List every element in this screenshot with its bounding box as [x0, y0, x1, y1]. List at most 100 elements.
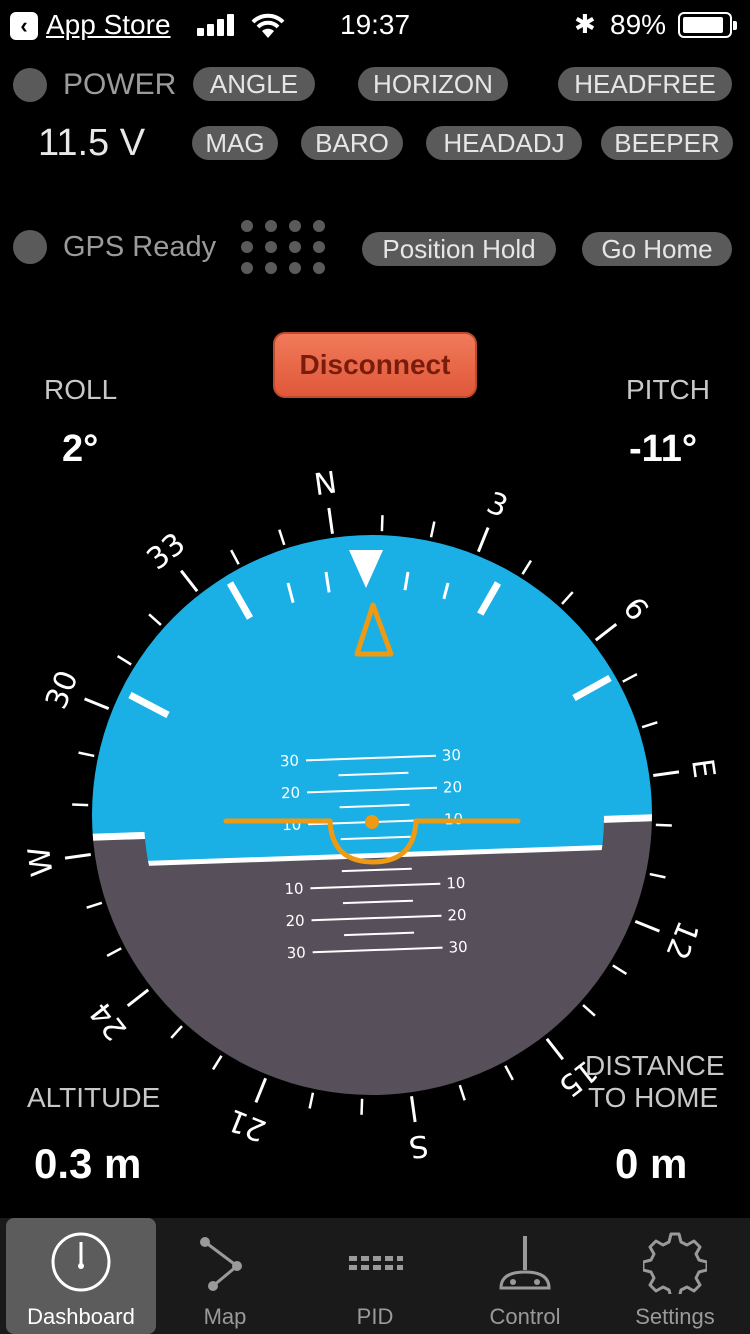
- pitch-label: PITCH: [626, 374, 710, 405]
- compass-label: 24: [83, 995, 134, 1047]
- roll-value: 2°: [62, 428, 99, 470]
- compass-tick: [653, 770, 680, 777]
- compass-tick: [545, 1037, 565, 1061]
- compass-tick: [126, 988, 150, 1008]
- compass-label: 30: [39, 666, 86, 715]
- compass-tick: [308, 1092, 315, 1109]
- pitch-scale-label: 20: [281, 784, 301, 803]
- compass-tick: [254, 1077, 268, 1103]
- compass-tick: [634, 919, 660, 933]
- roll-label: ROLL: [44, 374, 118, 405]
- tab-pid[interactable]: PID: [300, 1218, 450, 1334]
- distance-to-home-value: 0 m: [615, 1140, 688, 1187]
- tab-map-label: Map: [203, 1304, 247, 1329]
- go-home-button[interactable]: Go Home: [582, 232, 732, 266]
- compass-tick: [64, 853, 91, 860]
- compass-tick: [116, 654, 132, 666]
- mode-horizon-button[interactable]: HORIZON: [358, 67, 508, 101]
- pitch-scale-label: 20: [443, 778, 463, 797]
- mode-mag-button[interactable]: MAG: [192, 126, 278, 160]
- compass-tick: [380, 515, 384, 532]
- compass-tick: [211, 1055, 223, 1071]
- back-to-app-link[interactable]: App Store: [46, 9, 171, 41]
- compass-tick: [230, 549, 240, 565]
- map-waypoints-icon: [200, 1237, 242, 1291]
- clock: 19:37: [340, 9, 411, 40]
- compass-tick: [179, 569, 199, 593]
- pitch-scale-label: 10: [446, 874, 466, 893]
- tab-control[interactable]: Control: [450, 1218, 600, 1334]
- compass-tick: [278, 529, 286, 546]
- altitude-value: 0.3 m: [34, 1140, 142, 1187]
- pitch-value: -11°: [629, 428, 698, 470]
- gps-status-label: GPS Ready: [63, 231, 217, 263]
- compass-label: S: [407, 1127, 431, 1164]
- battery-percent: 89%: [610, 9, 667, 40]
- compass-tick: [458, 1084, 466, 1101]
- tab-pid-label: PID: [356, 1304, 394, 1329]
- mode-beeper-button[interactable]: BEEPER: [601, 126, 733, 160]
- back-chevron-icon[interactable]: ‹: [10, 12, 38, 40]
- gps-satellite-dots-icon: [241, 220, 325, 274]
- compass-tick: [521, 559, 533, 575]
- signal-bars-icon: [197, 14, 237, 36]
- tab-map[interactable]: Map: [150, 1218, 300, 1334]
- compass-tick: [106, 947, 122, 957]
- pid-grid-icon: [349, 1256, 403, 1270]
- power-label: POWER: [63, 68, 177, 101]
- compass-tick: [641, 721, 658, 729]
- pitch-scale-label: 20: [285, 911, 305, 930]
- tab-settings[interactable]: Settings: [600, 1218, 750, 1334]
- compass-tick: [561, 591, 574, 605]
- pitch-scale-label: 30: [442, 746, 462, 765]
- compass-tick: [622, 673, 638, 683]
- compass-tick: [410, 1096, 417, 1123]
- mode-baro-button[interactable]: BARO: [301, 126, 403, 160]
- compass-label: W: [22, 844, 61, 878]
- compass-label: E: [684, 757, 721, 781]
- disconnect-button[interactable]: Disconnect: [273, 332, 477, 398]
- pitch-scale-label: 10: [282, 816, 302, 835]
- compass-label: 6: [616, 591, 655, 628]
- tab-control-label: Control: [489, 1304, 561, 1329]
- tab-dashboard[interactable]: Dashboard: [6, 1218, 156, 1334]
- compass-tick: [476, 527, 490, 553]
- bluetooth-icon: ✱: [574, 9, 596, 39]
- position-hold-button[interactable]: Position Hold: [362, 232, 556, 266]
- gps-indicator-led: [13, 230, 47, 264]
- pitch-scale-label: 10: [284, 880, 304, 899]
- tab-settings-label: Settings: [635, 1304, 715, 1329]
- pitch-scale-label: 30: [448, 938, 468, 957]
- compass-tick: [170, 1025, 183, 1039]
- mode-headadj-button[interactable]: HEADADJ: [426, 126, 582, 160]
- pitch-scale-label: 20: [447, 906, 467, 925]
- compass-label: 12: [658, 916, 705, 965]
- tab-dashboard-label: Dashboard: [27, 1304, 135, 1329]
- distance-label-line1: DISTANCE: [585, 1050, 725, 1081]
- dashboard-gauge-icon: [51, 1232, 111, 1292]
- compass-tick: [327, 507, 334, 534]
- altitude-label: ALTITUDE: [27, 1082, 161, 1113]
- settings-gear-icon: [643, 1232, 707, 1294]
- compass-tick: [360, 1098, 364, 1115]
- pitch-scale-label: 30: [286, 943, 306, 962]
- compass-label: 3: [482, 486, 513, 526]
- compass-tick: [78, 751, 95, 758]
- compass-tick: [594, 622, 618, 642]
- compass-tick: [655, 823, 672, 827]
- tab-bar: Dashboard Map PID Control Settings: [0, 1218, 750, 1334]
- compass-tick: [84, 697, 110, 711]
- compass-tick: [429, 521, 436, 538]
- status-bar: ‹ App Store 19:37 ✱ 89%: [0, 0, 750, 52]
- compass-tick: [649, 872, 666, 879]
- compass-label: 33: [141, 526, 193, 577]
- mode-headfree-button[interactable]: HEADFREE: [558, 67, 732, 101]
- mode-angle-button[interactable]: ANGLE: [193, 67, 315, 101]
- battery-voltage: 11.5 V: [38, 122, 146, 164]
- wifi-icon: [251, 13, 285, 38]
- pitch-scale-label: 30: [280, 752, 300, 771]
- compass-tick: [582, 1004, 596, 1017]
- compass-tick: [86, 901, 103, 909]
- compass-tick: [504, 1065, 514, 1081]
- compass-tick: [72, 803, 89, 807]
